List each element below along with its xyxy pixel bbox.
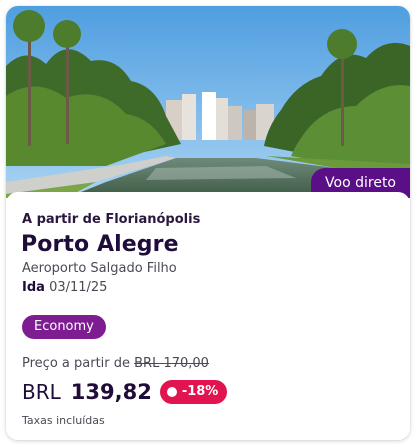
price-from-label: Preço a partir de <box>22 356 130 371</box>
trip-date-row: Ida 03/11/25 <box>22 280 107 295</box>
price-from-row: Preço a partir de BRL 170,00 <box>22 356 209 371</box>
price-row: BRL 139,82 -18% <box>22 377 228 407</box>
price-currency: BRL <box>22 380 61 404</box>
discount-badge: -18% <box>159 380 228 404</box>
price-amount: 139,82 <box>70 380 152 404</box>
discount-value: -18% <box>181 384 219 399</box>
card-details: A partir de Florianópolis Porto Alegre A… <box>6 192 410 440</box>
cabin-class-chip: Economy <box>22 315 106 339</box>
origin-label: A partir de Florianópolis <box>22 212 201 227</box>
trip-type-label: Ida <box>22 280 45 295</box>
trip-date: 03/11/25 <box>49 280 108 295</box>
destination-city[interactable]: Porto Alegre <box>21 232 179 257</box>
discount-dot-icon <box>166 387 177 397</box>
old-price: BRL 170,00 <box>134 356 209 371</box>
taxes-note: Taxas incluídas <box>22 414 105 427</box>
destination-card[interactable]: Voo direto A partir de Florianópolis Por… <box>6 6 410 440</box>
airport-name: Aeroporto Salgado Filho <box>22 261 177 276</box>
